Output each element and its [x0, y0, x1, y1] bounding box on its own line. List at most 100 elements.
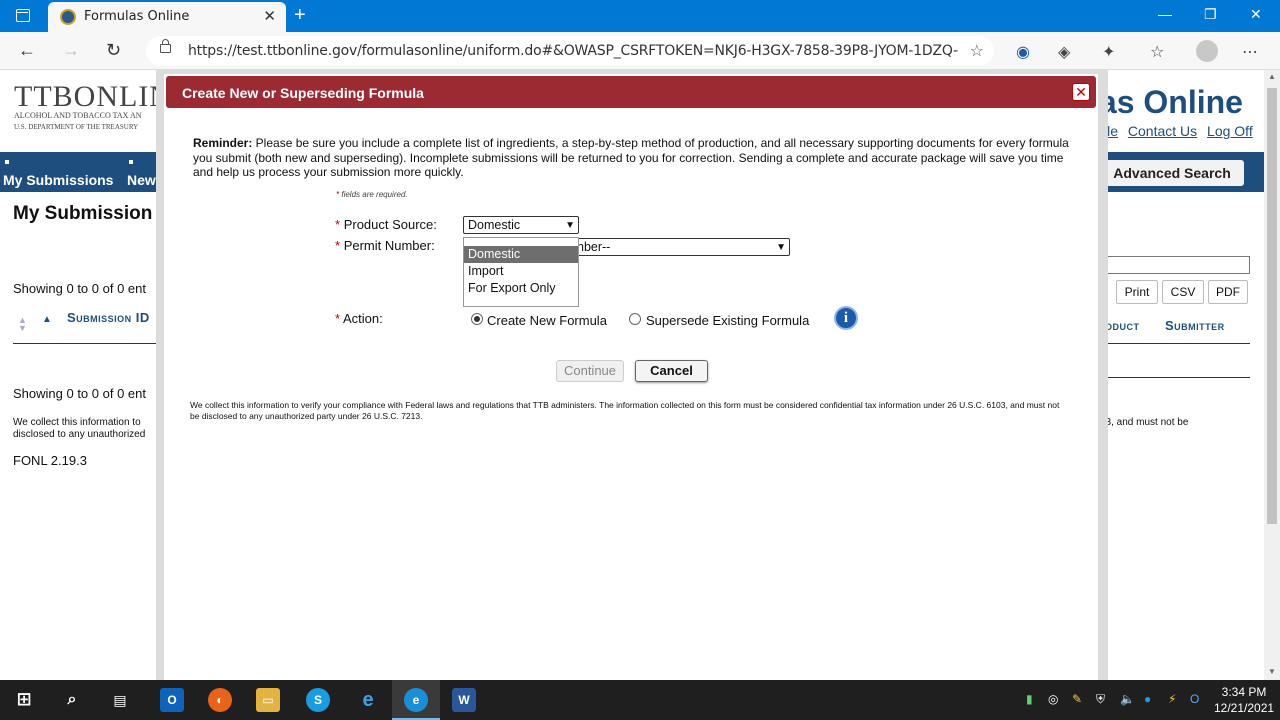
dialog-close-icon[interactable]: ✕ [1072, 83, 1090, 101]
task-view-icon[interactable]: ▤ [108, 688, 132, 712]
back-arrow-icon[interactable]: ← [18, 40, 36, 61]
csv-button[interactable]: CSV [1162, 280, 1204, 304]
close-window-icon[interactable]: ✕ [1250, 6, 1262, 23]
privacy-notice-right: 03, and must not be [1100, 417, 1189, 428]
showing-count-top: Showing 0 to 0 of 0 ent [13, 281, 146, 296]
showing-count-bottom: Showing 0 to 0 of 0 ent [13, 386, 146, 401]
windows-taskbar: ⊞ ⌕ ▤ O ◐ ▭ S e e W ▮ ◎ ✎ ⛨ 🔈 ● ⚡ O 3:34… [0, 680, 1280, 720]
battery-icon[interactable]: ▮ [1026, 692, 1033, 706]
required-note-text: fields are required. [341, 190, 408, 199]
required-note: * fields are required. [336, 190, 408, 199]
info-icon[interactable]: i [834, 306, 858, 330]
outlook-icon[interactable]: O [160, 688, 184, 712]
create-new-label[interactable]: Create New Formula [487, 313, 607, 328]
top-links: ile Contact Us Log Off [1098, 123, 1253, 139]
internet-explorer-icon[interactable]: e [356, 688, 380, 712]
contact-us-link[interactable]: Contact Us [1128, 123, 1197, 139]
advanced-search-button[interactable]: Advanced Search [1100, 160, 1244, 186]
windows-start-icon[interactable]: ⊞ [12, 688, 36, 712]
privacy-notice-left-2: disclosed to any unauthorized [13, 429, 146, 440]
version-label: FONL 2.19.3 [13, 453, 87, 468]
pdf-button[interactable]: PDF [1208, 280, 1248, 304]
continue-button[interactable]: Continue [556, 360, 624, 382]
table-rule [1098, 343, 1250, 344]
page-title: My Submission [13, 203, 153, 224]
search-icon[interactable]: ⌕ [60, 688, 84, 712]
file-explorer-icon[interactable]: ▭ [256, 688, 280, 712]
tray-app-icon[interactable]: ◎ [1048, 692, 1058, 706]
option-import[interactable]: Import [464, 263, 578, 280]
forward-arrow-icon[interactable]: → [62, 40, 80, 61]
volume-icon[interactable]: 🔈 [1120, 692, 1135, 706]
tab-close-icon[interactable]: ✕ [263, 7, 276, 25]
action-label: * Action: [335, 311, 383, 326]
nav-new[interactable]: New [127, 160, 156, 188]
create-new-radio[interactable] [471, 313, 483, 325]
security-icon[interactable]: ⛨ [1096, 692, 1105, 707]
permit-number-label-text: Permit Number: [343, 238, 435, 253]
new-tab-icon[interactable]: + [294, 4, 306, 27]
page-scrollbar[interactable]: ▲ ▼ [1264, 70, 1280, 680]
clock-time: 3:34 PM [1221, 685, 1267, 699]
network-tray-icon[interactable]: ⚡ [1168, 692, 1176, 706]
profile-avatar[interactable] [1196, 40, 1218, 62]
product-source-dropdown: Domestic Import For Export Only [463, 237, 579, 307]
table-rule [1098, 377, 1250, 378]
ttb-favicon-icon [60, 9, 76, 25]
refresh-icon[interactable]: ↻ [106, 40, 121, 61]
scroll-thumb[interactable] [1267, 88, 1277, 524]
sort-icon[interactable]: ▲ ▼ [18, 316, 27, 333]
browser-tab[interactable]: Formulas Online ✕ [48, 2, 286, 32]
product-source-value: Domestic [468, 218, 521, 232]
option-for-export-only[interactable]: For Export Only [464, 280, 578, 297]
scroll-down-icon[interactable]: ▼ [1268, 667, 1276, 676]
url-text: https://test.ttbonline.gov/formulasonlin… [188, 43, 958, 59]
option-domestic[interactable]: Domestic [464, 246, 578, 263]
tray-notes-icon[interactable]: ✎ [1072, 692, 1082, 706]
tab-actions-icon[interactable] [16, 9, 30, 22]
chevron-down-icon: ▼ [565, 220, 575, 231]
restore-icon[interactable]: ❐ [1204, 6, 1217, 23]
print-button[interactable]: Print [1116, 280, 1158, 304]
sort-ascending-icon[interactable]: ▲ [42, 314, 52, 325]
extension-shield-icon[interactable]: ◉ [1016, 42, 1030, 62]
firefox-icon[interactable]: ◐ [208, 688, 232, 712]
address-bar[interactable]: https://test.ttbonline.gov/formulasonlin… [146, 36, 994, 66]
minimize-icon[interactable]: — [1158, 6, 1172, 22]
privacy-notice: We collect this information to verify yo… [190, 400, 1060, 421]
ttb-logo: TTBONLIN [14, 80, 172, 113]
lock-icon[interactable] [160, 39, 171, 53]
reminder-body: Please be sure you include a complete li… [193, 136, 1069, 179]
word-icon[interactable]: W [452, 688, 476, 712]
scroll-up-icon[interactable]: ▲ [1268, 72, 1276, 81]
browser-toolbar: ← → ↻ https://test.ttbonline.gov/formula… [0, 32, 1280, 70]
clock-date: 12/21/2021 [1214, 701, 1275, 715]
product-source-select[interactable]: Domestic ▼ [463, 216, 579, 234]
nav-my-submissions[interactable]: My Submissions [3, 160, 113, 188]
add-favorite-icon[interactable]: ☆ [970, 41, 984, 61]
supersede-radio[interactable] [629, 313, 641, 325]
column-submitter[interactable]: Submitter [1165, 318, 1225, 333]
more-menu-icon[interactable]: ⋯ [1242, 42, 1258, 62]
reminder-text: Reminder: Please be sure you include a c… [193, 136, 1073, 180]
cancel-button[interactable]: Cancel [635, 360, 708, 382]
extensions-icon[interactable]: ✦ [1102, 42, 1115, 62]
logo-subtitle: ALCOHOL AND TOBACCO TAX AN [14, 111, 142, 120]
dialog-title: Create New or Superseding Formula [182, 85, 424, 101]
browser-titlebar: Formulas Online ✕ + — ❐ ✕ [0, 0, 1280, 32]
taskbar-clock[interactable]: 3:34 PM 12/21/2021 [1214, 684, 1274, 716]
column-submission-id[interactable]: Submission ID [67, 310, 157, 325]
skype-tray-icon[interactable]: ● [1144, 692, 1151, 706]
outlook-tray-icon[interactable]: O [1190, 692, 1199, 706]
edge-icon[interactable]: e [404, 688, 428, 712]
search-filter-input[interactable] [1107, 256, 1250, 274]
permit-number-label: * Permit Number: [335, 238, 435, 253]
table-rule [13, 343, 163, 344]
extension-tracking-icon[interactable]: ◈ [1058, 42, 1070, 62]
supersede-label[interactable]: Supersede Existing Formula [646, 313, 809, 328]
app-title: las Online [1090, 84, 1243, 120]
create-formula-dialog: Create New or Superseding Formula ✕ Remi… [164, 74, 1098, 680]
favorites-icon[interactable]: ☆ [1150, 42, 1164, 62]
skype-icon[interactable]: S [306, 688, 330, 712]
log-off-link[interactable]: Log Off [1207, 123, 1253, 139]
